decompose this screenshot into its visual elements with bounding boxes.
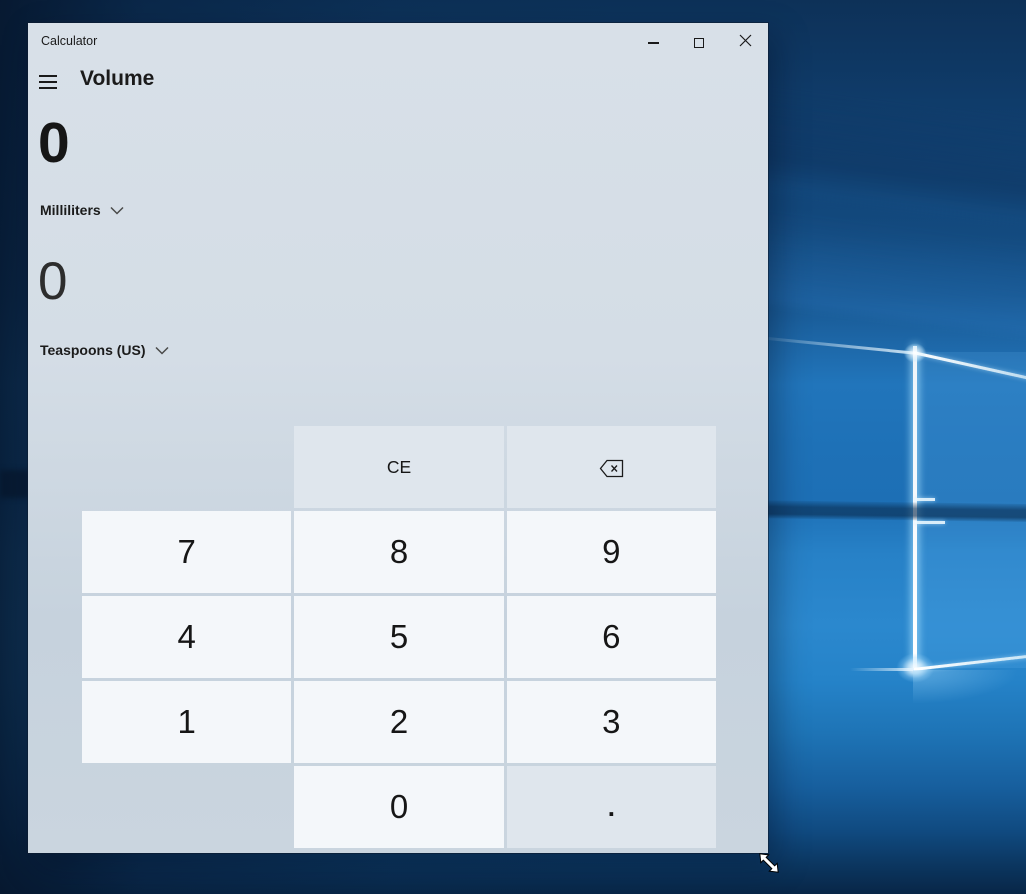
digit-9-button[interactable]: 9 bbox=[507, 511, 716, 593]
output-unit-selector[interactable]: Teaspoons (US) bbox=[40, 339, 169, 361]
wallpaper-logo-crossbar-highlight bbox=[915, 521, 945, 524]
maximize-icon bbox=[694, 38, 704, 48]
page-title: Volume bbox=[80, 67, 154, 91]
digit-7-button[interactable]: 7 bbox=[82, 511, 291, 593]
digit-1-button[interactable]: 1 bbox=[82, 681, 291, 763]
wallpaper-logo-top-glow bbox=[900, 340, 930, 366]
minimize-icon bbox=[648, 42, 659, 43]
digit-0-button[interactable]: 0 bbox=[294, 766, 503, 848]
input-unit-label: Milliliters bbox=[40, 202, 101, 218]
wallpaper-logo-top-edge-left bbox=[768, 337, 918, 354]
digit-5-button[interactable]: 5 bbox=[294, 596, 503, 678]
digit-4-button[interactable]: 4 bbox=[82, 596, 291, 678]
wallpaper-floor-glow bbox=[913, 670, 1026, 710]
digit-2-button[interactable]: 2 bbox=[294, 681, 503, 763]
hamburger-menu-icon bbox=[39, 75, 57, 77]
output-unit-label: Teaspoons (US) bbox=[40, 342, 146, 358]
wallpaper-logo-left-glow bbox=[850, 668, 914, 671]
input-unit-selector[interactable]: Milliliters bbox=[40, 199, 124, 221]
backspace-button[interactable] bbox=[507, 426, 716, 508]
minimize-button[interactable] bbox=[630, 23, 676, 63]
desktop: Calculator Volume 0 bbox=[0, 0, 1026, 894]
resize-diagonal-cursor bbox=[754, 848, 784, 883]
digit-3-button[interactable]: 3 bbox=[507, 681, 716, 763]
digit-6-button[interactable]: 6 bbox=[507, 596, 716, 678]
clear-entry-button[interactable]: CE bbox=[294, 426, 503, 508]
digit-8-button[interactable]: 8 bbox=[294, 511, 503, 593]
keypad-spacer bbox=[82, 766, 291, 848]
close-icon bbox=[739, 34, 752, 52]
converter-output-value[interactable]: 0 bbox=[38, 255, 67, 308]
converter-input-value[interactable]: 0 bbox=[38, 115, 70, 172]
wallpaper-logo-crossbar-highlight bbox=[915, 498, 935, 501]
wallpaper-left-shadow-band bbox=[0, 470, 30, 498]
calculator-window: Calculator Volume 0 bbox=[28, 23, 768, 853]
titlebar[interactable]: Calculator bbox=[28, 23, 768, 63]
menu-button[interactable] bbox=[39, 72, 65, 92]
keypad-spacer bbox=[82, 426, 291, 508]
decimal-button[interactable]: . bbox=[507, 766, 716, 848]
maximize-button[interactable] bbox=[676, 23, 722, 63]
wallpaper-logo-crossbar bbox=[740, 500, 1026, 522]
window-title: Calculator bbox=[41, 34, 97, 48]
keypad: CE 7 8 9 4 5 6 1 2 3 0 . bbox=[82, 426, 716, 848]
chevron-down-icon bbox=[110, 206, 124, 215]
backspace-icon bbox=[599, 448, 624, 486]
close-button[interactable] bbox=[722, 23, 768, 63]
chevron-down-icon bbox=[155, 346, 169, 355]
caption-buttons bbox=[630, 23, 768, 63]
